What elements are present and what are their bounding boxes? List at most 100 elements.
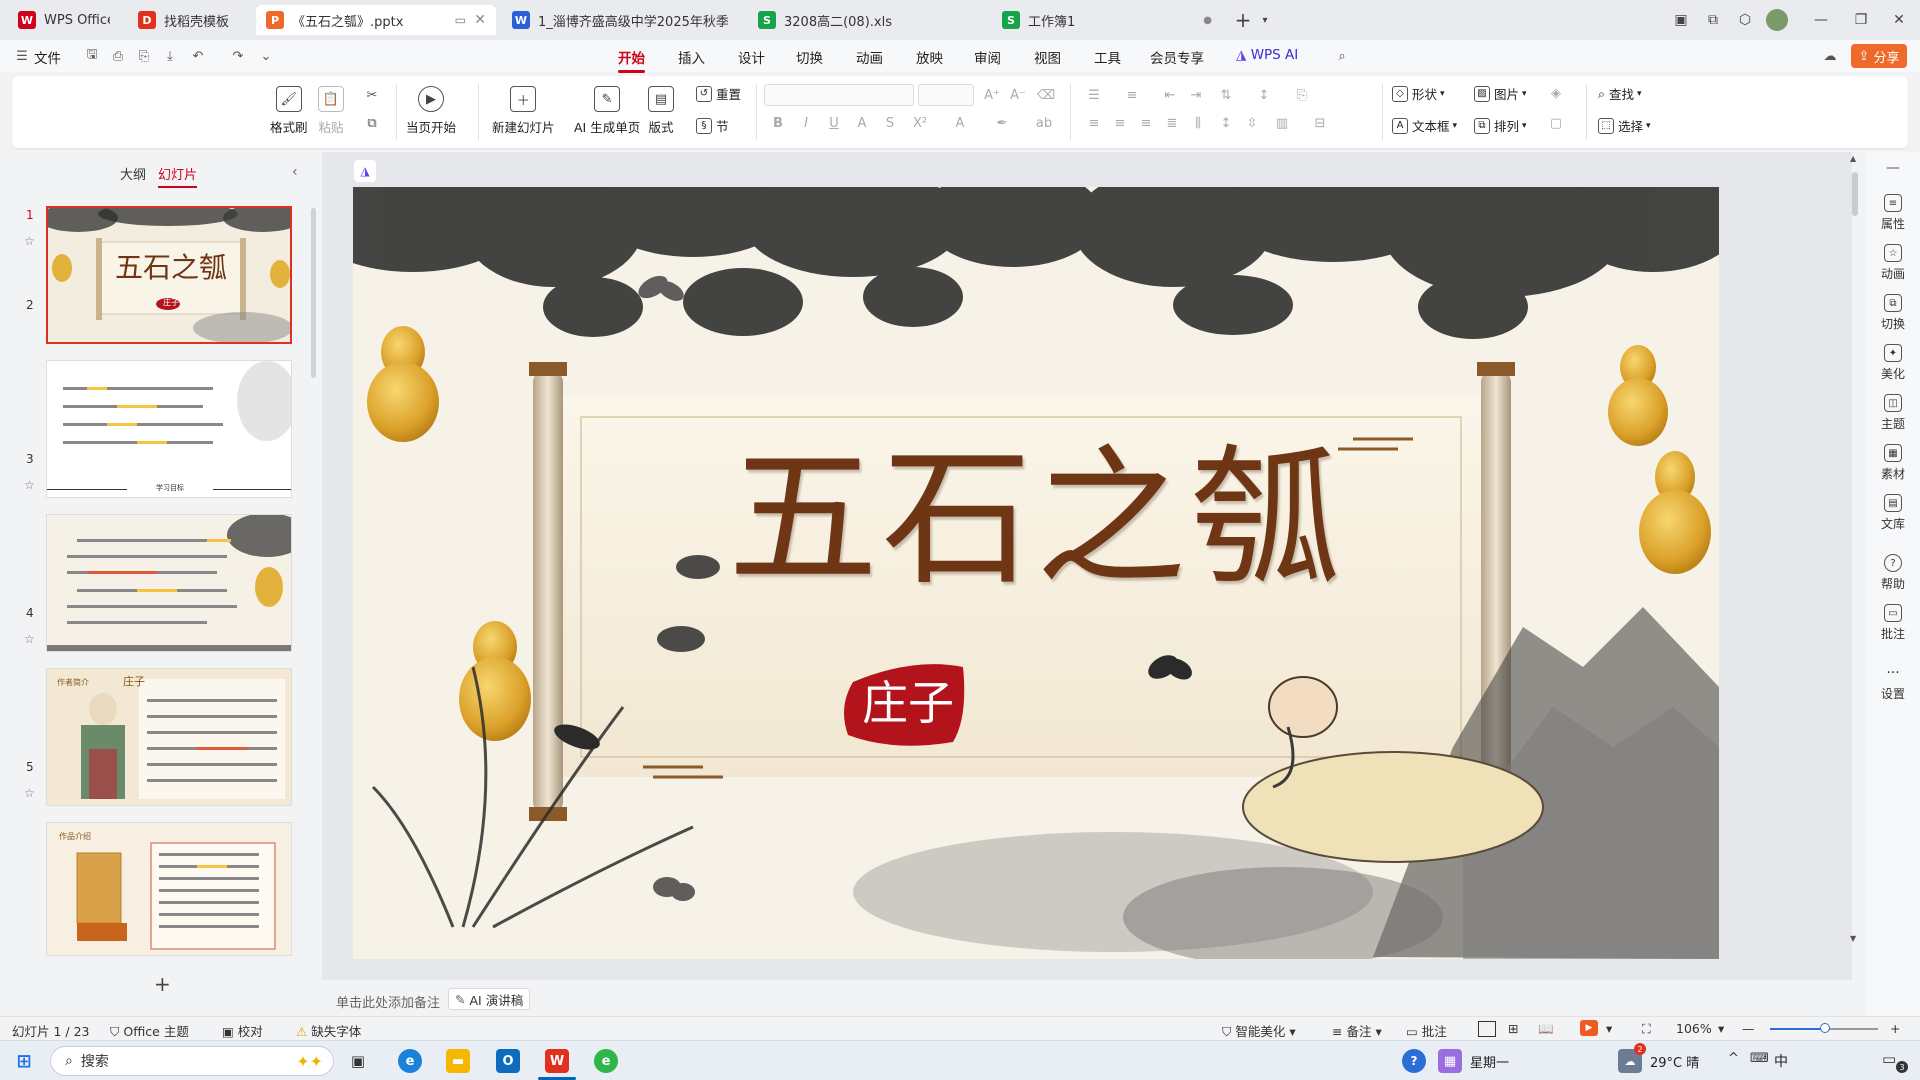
- tab-presentation[interactable]: P 《五石之瓠》.pptx ▭ ✕: [256, 5, 496, 35]
- scroll-up-icon[interactable]: ▲: [1850, 154, 1856, 163]
- file-explorer-icon[interactable]: ▬: [446, 1049, 470, 1073]
- print-preview-icon[interactable]: ⎙: [110, 48, 126, 64]
- zoom-slider-handle[interactable]: [1820, 1023, 1830, 1033]
- normal-view-icon[interactable]: [1478, 1021, 1496, 1037]
- star-icon[interactable]: ☆: [24, 478, 35, 492]
- print-icon[interactable]: ⎘: [136, 48, 152, 64]
- outline-tab[interactable]: 大纲: [120, 164, 146, 183]
- sidebar-item-beautify[interactable]: ✦ 美化: [1866, 344, 1920, 382]
- picture-button[interactable]: ▨ 图片 ▾: [1474, 84, 1527, 103]
- clear-format-icon[interactable]: ⌫: [1037, 88, 1055, 103]
- cube-icon[interactable]: ⬡: [1734, 9, 1756, 31]
- cloud-sync-icon[interactable]: ☁: [1822, 48, 1838, 64]
- thumbnail-scrollbar[interactable]: [311, 208, 316, 378]
- columns-icon[interactable]: ▥: [1274, 116, 1290, 131]
- hamburger-menu-icon[interactable]: ☰: [14, 48, 30, 64]
- edge-icon[interactable]: e: [398, 1049, 422, 1073]
- minimize-icon[interactable]: —: [1810, 9, 1832, 31]
- notification-icon[interactable]: ▭: [1882, 1050, 1896, 1068]
- scroll-down-icon[interactable]: ▼: [1850, 934, 1856, 943]
- tab-insert[interactable]: 插入: [678, 47, 705, 67]
- save-icon[interactable]: 🖫: [84, 47, 100, 64]
- sidebar-item-assets[interactable]: ▦ 素材: [1866, 444, 1920, 482]
- tab-view[interactable]: 视图: [1034, 47, 1061, 67]
- arrange-button[interactable]: ⧉ 排列 ▾: [1474, 116, 1527, 135]
- select-button[interactable]: ⬚ 选择 ▾: [1598, 116, 1651, 135]
- slide-author[interactable]: 庄子: [833, 667, 983, 733]
- font-shrink-icon[interactable]: A⁻: [1010, 88, 1026, 103]
- collapse-sidebar-icon[interactable]: —: [1866, 160, 1920, 176]
- slide-thumbnail-3[interactable]: [46, 514, 292, 652]
- zoom-level[interactable]: 106%: [1676, 1021, 1712, 1036]
- search-icon[interactable]: ⌕: [1334, 48, 1350, 64]
- font-family-select[interactable]: [764, 84, 914, 106]
- tab-home[interactable]: 开始: [618, 47, 645, 73]
- bullets-icon[interactable]: ☰: [1086, 88, 1102, 103]
- undo-icon[interactable]: ↶: [190, 48, 206, 64]
- sidebar-item-comments[interactable]: ▭ 批注: [1866, 604, 1920, 642]
- sort-icon[interactable]: ↕: [1256, 88, 1272, 103]
- theme-name[interactable]: ⛉ Office 主题: [110, 1021, 189, 1040]
- tab-dot-icon[interactable]: ●: [1203, 15, 1212, 26]
- slide-sorter-icon[interactable]: ⊞: [1508, 1021, 1518, 1036]
- slide-title[interactable]: 五石之瓠: [353, 397, 1719, 614]
- current-slide[interactable]: 五石之瓠 庄子: [353, 187, 1719, 959]
- window-layout-icon[interactable]: ⧉: [1702, 9, 1724, 31]
- tab-workbook-1[interactable]: S 工作簿1 ●: [992, 5, 1222, 35]
- reset-button[interactable]: ↺ 重置: [696, 84, 741, 103]
- export-icon[interactable]: ⤓: [162, 48, 178, 64]
- window-mode-icon[interactable]: ▭: [455, 13, 466, 27]
- convert-icon[interactable]: ⎘: [1294, 88, 1310, 103]
- increase-indent-icon[interactable]: ⇥: [1188, 88, 1204, 103]
- paragraph-spacing-icon[interactable]: ⇳: [1244, 116, 1260, 131]
- line-spacing-icon[interactable]: ↕: [1218, 116, 1234, 131]
- italic-icon[interactable]: I: [798, 116, 814, 131]
- fit-window-icon[interactable]: ⛶: [1642, 1021, 1651, 1037]
- close-tab-icon[interactable]: ✕: [474, 12, 486, 28]
- slide-thumbnail-4[interactable]: 作者简介 庄子: [46, 668, 292, 806]
- sidebar-item-properties[interactable]: ≡ 属性: [1866, 194, 1920, 232]
- font-size-select[interactable]: [918, 84, 974, 106]
- outline-icon[interactable]: ▢: [1548, 116, 1564, 131]
- layout-button[interactable]: ▤ 版式: [648, 86, 674, 136]
- tab-slideshow[interactable]: 放映: [916, 47, 943, 67]
- play-from-current-button[interactable]: ▶ 当页开始: [406, 86, 456, 136]
- font-color-icon[interactable]: A: [952, 116, 968, 131]
- tab-transitions[interactable]: 切换: [796, 47, 823, 67]
- reading-view-icon[interactable]: 📖: [1538, 1021, 1554, 1037]
- align-center-icon[interactable]: ≡: [1112, 116, 1128, 131]
- canvas-scrollbar[interactable]: [1852, 172, 1858, 216]
- restore-icon[interactable]: ❐: [1850, 9, 1872, 31]
- fill-icon[interactable]: ◈: [1548, 86, 1564, 101]
- text-box-align-icon[interactable]: ⊟: [1312, 116, 1328, 131]
- section-button[interactable]: § 节: [696, 116, 729, 135]
- help-tray-icon[interactable]: ?: [1402, 1049, 1426, 1073]
- browser-icon[interactable]: e: [594, 1049, 618, 1073]
- highlight-icon[interactable]: ✒: [994, 116, 1010, 131]
- zoom-chevron-icon[interactable]: ▾: [1718, 1021, 1724, 1036]
- align-right-icon[interactable]: ≡: [1138, 116, 1154, 131]
- slide-thumbnail-2[interactable]: 学习目标: [46, 360, 292, 498]
- sidebar-item-library[interactable]: ▤ 文库: [1866, 494, 1920, 532]
- smart-beautify-button[interactable]: ⛉ 智能美化 ▾: [1222, 1021, 1296, 1040]
- slideshow-icon[interactable]: ▶: [1580, 1020, 1598, 1036]
- taskbar-search[interactable]: ⌕ 搜索 ✦✦: [50, 1046, 334, 1076]
- wps-taskbar-icon[interactable]: W: [545, 1049, 569, 1073]
- justify-icon[interactable]: ≣: [1164, 116, 1180, 131]
- sidebar-item-animation[interactable]: ☆ 动画: [1866, 244, 1920, 282]
- comments-toggle[interactable]: ▭ 批注: [1406, 1021, 1447, 1040]
- cut-icon[interactable]: ✂: [364, 88, 380, 103]
- ai-assist-icon[interactable]: ◮: [354, 160, 376, 182]
- star-icon[interactable]: ☆: [24, 234, 35, 248]
- tab-wps-office[interactable]: W WPS Office: [8, 5, 120, 35]
- ai-notes-button[interactable]: ✎ AI 演讲稿: [448, 988, 531, 1010]
- slides-tab[interactable]: 幻灯片: [158, 164, 198, 188]
- notes-toggle[interactable]: ≡ 备注 ▾: [1332, 1021, 1382, 1040]
- zoom-in-icon[interactable]: +: [1890, 1021, 1900, 1036]
- collapse-panel-icon[interactable]: ‹: [292, 164, 298, 180]
- tab-animations[interactable]: 动画: [856, 47, 883, 67]
- tab-member[interactable]: 会员专享: [1150, 47, 1204, 67]
- star-icon[interactable]: ☆: [24, 786, 35, 800]
- sidebar-item-transition[interactable]: ⧉ 切换: [1866, 294, 1920, 332]
- missing-font-button[interactable]: ⚠ 缺失字体: [296, 1021, 361, 1040]
